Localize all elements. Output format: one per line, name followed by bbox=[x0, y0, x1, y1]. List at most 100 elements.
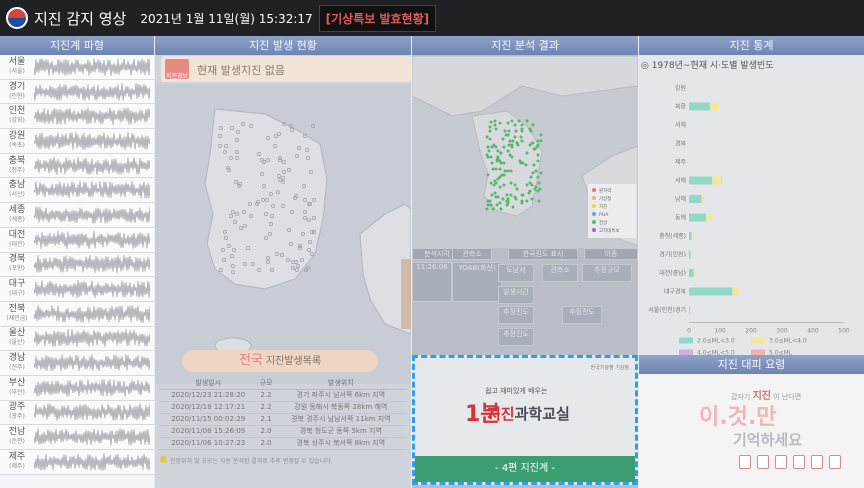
epicenter-marker bbox=[485, 135, 489, 139]
epicenter-marker bbox=[506, 121, 510, 125]
table-cell: 2.0 bbox=[257, 425, 275, 438]
station-row[interactable]: 대전 (대전) bbox=[0, 227, 154, 253]
statistics-subtitle: ◎ 1978년~현재 시·도별 발생빈도 bbox=[641, 61, 774, 71]
guide-panel[interactable]: 지진 대피 요령 갑자기 지진 이 난다면 이.것.만 기억하세요 bbox=[639, 355, 864, 488]
station-row[interactable]: 광주 (광주) bbox=[0, 400, 154, 426]
station-row[interactable]: 서울 (서울) bbox=[0, 55, 154, 80]
occurrence-panel-title: 지진 발생 현황 bbox=[155, 36, 411, 55]
waveform-trace bbox=[34, 132, 150, 150]
guide-icon-3 bbox=[775, 455, 787, 469]
station-row[interactable]: 울산 (울산) bbox=[0, 326, 154, 352]
epicenter-marker bbox=[502, 161, 506, 165]
station-row[interactable]: 세종 (세종) bbox=[0, 203, 154, 228]
epicenter-marker bbox=[496, 149, 500, 153]
occurrence-panel: 지진 발생 현황 지진경보 현재 발생지진 없음 전국 지진발생목록 발생일시 규… bbox=[155, 36, 411, 488]
chart-tick-label: 100 bbox=[714, 328, 726, 335]
epicenter-marker bbox=[486, 173, 490, 177]
chart-bar bbox=[710, 102, 719, 111]
station-name: 광주 (광주) bbox=[0, 403, 34, 421]
station-name: 경기 (인천) bbox=[0, 82, 34, 101]
weather-warning-button[interactable]: [기상특보 발효현황] bbox=[318, 4, 437, 32]
epicenter-marker bbox=[537, 199, 541, 203]
epicenter-marker bbox=[513, 135, 517, 139]
chart-category-label: 충청(세종) bbox=[659, 232, 686, 240]
epicenter-marker bbox=[509, 181, 513, 185]
station-row[interactable]: 충남 (서산) bbox=[0, 178, 154, 204]
table-cell: 경북 상주시 북서쪽 8km 지역 bbox=[274, 437, 407, 450]
station-row[interactable]: 대구 (대구) bbox=[0, 277, 154, 302]
waveform-trace bbox=[34, 156, 150, 175]
epicenter-marker bbox=[493, 123, 497, 127]
waveform-panel-title: 지진계 파형 bbox=[0, 36, 154, 55]
station-row[interactable]: 부산 (부산) bbox=[0, 375, 154, 401]
station-name: 울산 (울산) bbox=[0, 329, 34, 347]
station-row[interactable]: 전북 (새만금) bbox=[0, 301, 154, 327]
guide-sub-text: 기억하세요 bbox=[733, 431, 803, 449]
epicenter-marker bbox=[536, 159, 540, 163]
table-row[interactable]: 2020/11/06 10:27:23 2.0 경북 상주시 북서쪽 8km 지역 bbox=[159, 437, 407, 450]
station-region: 인천 bbox=[8, 106, 26, 117]
legend-label: PGA bbox=[599, 212, 609, 218]
station-row[interactable]: 경남 (진주) bbox=[0, 351, 154, 376]
epicenter-marker bbox=[498, 201, 502, 205]
legend-marker bbox=[592, 204, 596, 208]
guide-icon-6 bbox=[829, 455, 841, 469]
korea-map[interactable] bbox=[155, 84, 411, 384]
table-row[interactable]: 2020/11/15 00:02:29 2.1 경북 경주시 남남서쪽 11km 지… bbox=[159, 413, 407, 426]
station-site: (부산) bbox=[9, 388, 25, 396]
col-magnitude: 규모 bbox=[257, 377, 275, 390]
epicenter-marker bbox=[499, 151, 503, 155]
epicenter-marker bbox=[487, 149, 491, 153]
waveform-trace bbox=[34, 107, 150, 126]
station-row[interactable]: 경북 (포항) bbox=[0, 252, 154, 278]
station-row[interactable]: 경기 (인천) bbox=[0, 79, 154, 105]
analysis-map[interactable]: 원자력기상청지진 PGA진앙고지대특보 bbox=[412, 56, 638, 248]
station-region: 강원 bbox=[8, 130, 26, 141]
station-row[interactable]: 인천 (강화) bbox=[0, 104, 154, 130]
station-row[interactable]: 전남 (순천) bbox=[0, 425, 154, 450]
epicenter-marker bbox=[506, 169, 510, 173]
chart-category-label: 제주 bbox=[675, 158, 687, 166]
epicenter-marker bbox=[485, 207, 489, 211]
chart-tick-label: 200 bbox=[745, 328, 757, 335]
epicenter-marker bbox=[508, 139, 512, 143]
station-name: 부산 (부산) bbox=[0, 378, 34, 397]
epicenter-marker bbox=[525, 183, 529, 187]
video-title: 지진과학교실 bbox=[487, 403, 570, 424]
waveform-trace bbox=[34, 58, 150, 76]
epicenter-marker bbox=[525, 199, 529, 203]
col-location: 발생위치 bbox=[274, 377, 407, 390]
chart-category-label: 대구경북 bbox=[664, 288, 687, 296]
table-row[interactable]: 2020/12/23 21:28:20 2.2 경기 파주시 남서쪽 6km 지역 bbox=[159, 389, 407, 402]
epicenter-marker bbox=[520, 193, 524, 197]
education-video[interactable]: 한국기상청 기상청 쉽고 재미있게 배우는 1분 지진과학교실 - 4편 지진계… bbox=[412, 355, 638, 485]
epicenter-marker bbox=[517, 119, 521, 123]
epicenter-marker bbox=[493, 119, 497, 123]
chart-bar bbox=[689, 195, 702, 203]
chart-tick-label: 0 bbox=[687, 328, 691, 335]
epicenter-marker bbox=[531, 123, 535, 127]
station-row[interactable]: 충북 (청주) bbox=[0, 153, 154, 179]
waveform-trace bbox=[34, 354, 150, 372]
cell-header2: 관측소 bbox=[452, 248, 492, 260]
legend-label: 기상청 bbox=[599, 195, 611, 202]
waveform-trace bbox=[34, 453, 150, 471]
epicenter-marker bbox=[520, 123, 524, 127]
table-row[interactable]: 2020/12/18 12:17:21 2.2 강원 동해시 북동쪽 28km 해역 bbox=[159, 401, 407, 414]
table-row[interactable]: 2020/11/08 15:26:09 2.0 경북 청도군 동쪽 5km 지역 bbox=[159, 425, 407, 438]
epicenter-marker bbox=[520, 139, 524, 143]
epicenter-marker bbox=[525, 151, 529, 155]
epicenter-marker bbox=[539, 171, 543, 175]
epicenter-marker bbox=[502, 145, 506, 149]
chart-category-label: 남해 bbox=[675, 195, 686, 203]
station-row[interactable]: 강원 (속초) bbox=[0, 129, 154, 154]
station-row[interactable]: 제주 (제주) bbox=[0, 450, 154, 475]
chart-legend-label: 3.0≤ML<4.0 bbox=[769, 338, 807, 345]
cell-location-label: 도남서 bbox=[498, 264, 534, 282]
guide-icon-2 bbox=[757, 455, 769, 469]
station-site: (강화) bbox=[9, 117, 25, 125]
table-cell: 2020/11/08 15:26:09 bbox=[159, 425, 258, 438]
video-title-text: 과학교실 bbox=[514, 405, 570, 423]
station-region: 대구 bbox=[8, 279, 26, 290]
guide-small-2: 이 난다면 bbox=[773, 393, 802, 401]
